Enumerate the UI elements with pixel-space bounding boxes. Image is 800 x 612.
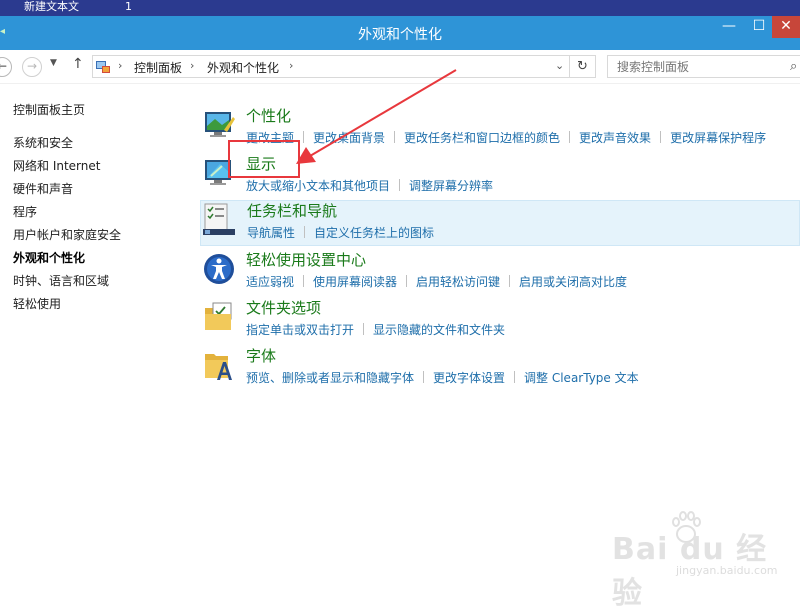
sidebar-item-programs[interactable]: 程序 [13, 203, 37, 220]
watermark-site: jingyan.baidu.com [676, 564, 778, 577]
forward-button[interactable]: → [22, 57, 42, 77]
category-ease-of-access: 轻松使用设置中心 适应弱视 使用屏幕阅读器 启用轻松访问键 启用或关闭高对比度 [200, 250, 800, 295]
link-separator [660, 131, 662, 143]
control-panel-icon [96, 61, 110, 73]
link-turn-on-easy-access-keys[interactable]: 启用轻松访问键 [416, 273, 500, 290]
breadcrumb-separator[interactable]: › [190, 59, 194, 72]
link-high-contrast[interactable]: 启用或关闭高对比度 [519, 273, 627, 290]
minimize-button[interactable]: — [714, 16, 744, 38]
category-folder-options: 文件夹选项 指定单击或双击打开 显示隐藏的文件和文件夹 [200, 298, 800, 343]
link-customize-taskbar-icons[interactable]: 自定义任务栏上的图标 [314, 224, 434, 241]
link-change-screensaver[interactable]: 更改屏幕保护程序 [670, 129, 766, 146]
category-taskbar: 任务栏和导航 导航属性 自定义任务栏上的图标 [200, 200, 800, 246]
link-adjust-cleartype[interactable]: 调整 ClearType 文本 [524, 369, 639, 386]
link-separator [304, 226, 306, 238]
search-input[interactable] [608, 56, 788, 77]
category-title[interactable]: 文件夹选项 [246, 297, 321, 318]
breadcrumb-control-panel[interactable]: 控制面板 [134, 59, 182, 76]
link-use-screen-reader[interactable]: 使用屏幕阅读器 [313, 273, 397, 290]
address-dropdown-icon[interactable]: ⌄ [555, 59, 564, 72]
category-title[interactable]: 轻松使用设置中心 [246, 249, 366, 270]
link-optimize-visual-display[interactable]: 适应弱视 [246, 273, 294, 290]
link-preview-delete-fonts[interactable]: 预览、删除或者显示和隐藏字体 [246, 369, 414, 386]
breadcrumb-separator: › [118, 59, 123, 72]
ease-of-access-icon [204, 254, 234, 284]
watermark: Bai du 经验 jingyan.baidu.com [612, 508, 782, 611]
link-change-desktop-background[interactable]: 更改桌面背景 [313, 129, 385, 146]
link-single-double-click[interactable]: 指定单击或双击打开 [246, 321, 354, 338]
refresh-button[interactable]: ↻ [570, 55, 596, 78]
fonts-icon [205, 354, 232, 380]
link-separator [514, 371, 516, 383]
breadcrumb-separator[interactable]: › [289, 59, 293, 72]
link-separator [303, 275, 305, 287]
sidebar-item-system-security[interactable]: 系统和安全 [13, 134, 73, 151]
sidebar-item-clock-language[interactable]: 时钟、语言和区域 [13, 272, 109, 289]
navigation-bar: ← → ▼ ↑ › 控制面板 › 外观和个性化 › ⌄ ↻ ⌕ [0, 50, 800, 84]
taskbar-icon [203, 203, 235, 235]
sidebar-item-appearance[interactable]: 外观和个性化 [13, 249, 85, 266]
folder-options-icon [205, 302, 232, 330]
personalization-icon [205, 112, 235, 137]
link-separator [303, 131, 305, 143]
window-title: 外观和个性化 [358, 27, 442, 43]
sidebar-item-network[interactable]: 网络和 Internet [13, 157, 100, 174]
search-icon[interactable]: ⌕ [790, 59, 797, 74]
breadcrumb-appearance[interactable]: 外观和个性化 [207, 59, 279, 76]
category-title[interactable]: 任务栏和导航 [247, 200, 337, 221]
link-separator [406, 275, 408, 287]
link-change-sounds[interactable]: 更改声音效果 [579, 129, 651, 146]
sidebar-item-hardware-sound[interactable]: 硬件和声音 [13, 180, 73, 197]
desktop-background: 新建文本文 1 [0, 0, 800, 16]
category-title[interactable]: 字体 [246, 345, 276, 366]
link-separator [423, 371, 425, 383]
link-separator [509, 275, 511, 287]
link-resize-text[interactable]: 放大或缩小文本和其他项目 [246, 177, 390, 194]
desktop-item-label[interactable]: 新建文本文 [24, 0, 79, 13]
link-change-font-settings[interactable]: 更改字体设置 [433, 369, 505, 386]
title-bar: ◂ 外观和个性化 — ☐ ✕ [0, 16, 800, 50]
sidebar: 控制面板主页 系统和安全 网络和 Internet 硬件和声音 程序 用户帐户和… [0, 84, 190, 600]
link-adjust-resolution[interactable]: 调整屏幕分辨率 [409, 177, 493, 194]
recent-locations-icon[interactable]: ▼ [50, 58, 57, 68]
desktop-item-number: 1 [125, 0, 132, 13]
sidebar-item-user-accounts[interactable]: 用户帐户和家庭安全 [13, 226, 121, 243]
annotation-highlight-box [228, 140, 300, 178]
address-bar[interactable]: › 控制面板 › 外观和个性化 › ⌄ [92, 55, 570, 78]
search-box[interactable]: ⌕ [607, 55, 800, 78]
link-separator [394, 131, 396, 143]
link-separator [363, 323, 365, 335]
sidebar-item-ease-of-access[interactable]: 轻松使用 [13, 295, 61, 312]
category-title[interactable]: 个性化 [246, 105, 291, 126]
link-separator [569, 131, 571, 143]
maximize-button[interactable]: ☐ [744, 16, 774, 38]
sidebar-item-home[interactable]: 控制面板主页 [13, 101, 85, 118]
link-separator [399, 179, 401, 191]
up-arrow-icon[interactable]: ↑ [72, 56, 84, 72]
back-button[interactable]: ← [0, 57, 12, 77]
close-button[interactable]: ✕ [772, 16, 800, 38]
link-change-window-color[interactable]: 更改任务栏和窗口边框的颜色 [404, 129, 560, 146]
link-navigation-properties[interactable]: 导航属性 [247, 224, 295, 241]
category-fonts: 字体 预览、删除或者显示和隐藏字体 更改字体设置 调整 ClearType 文本 [200, 346, 800, 391]
link-show-hidden-files[interactable]: 显示隐藏的文件和文件夹 [373, 321, 505, 338]
